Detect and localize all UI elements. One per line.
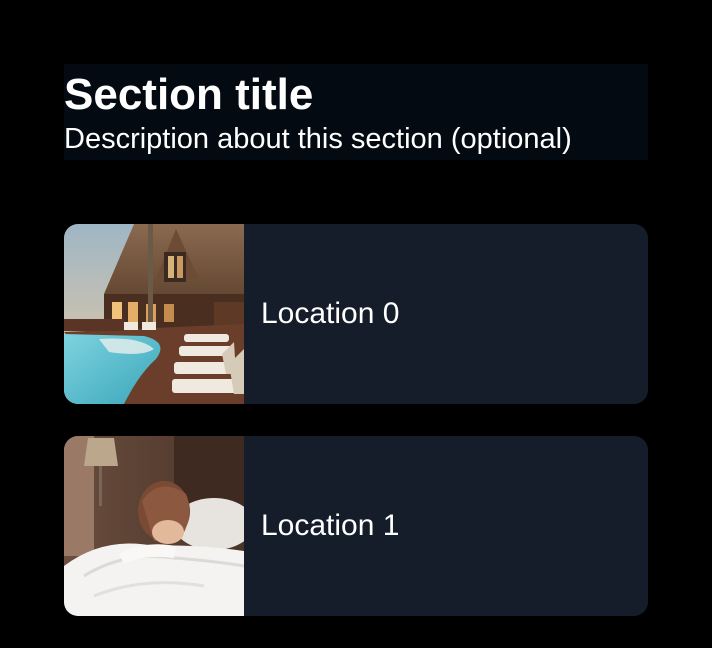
section-header: Section title Description about this sec… — [64, 64, 648, 160]
section-title: Section title — [64, 70, 314, 119]
resort-pool-photo — [64, 224, 244, 404]
location-card-1[interactable]: Location 1 — [64, 436, 648, 616]
location-card-0[interactable]: Location 0 — [64, 224, 648, 404]
page: Section title Description about this sec… — [0, 0, 712, 648]
location-label: Location 0 — [261, 297, 400, 330]
location-label: Location 1 — [261, 509, 400, 542]
person-in-bed-photo — [64, 436, 244, 616]
section-description: Description about this section (optional… — [64, 123, 572, 155]
